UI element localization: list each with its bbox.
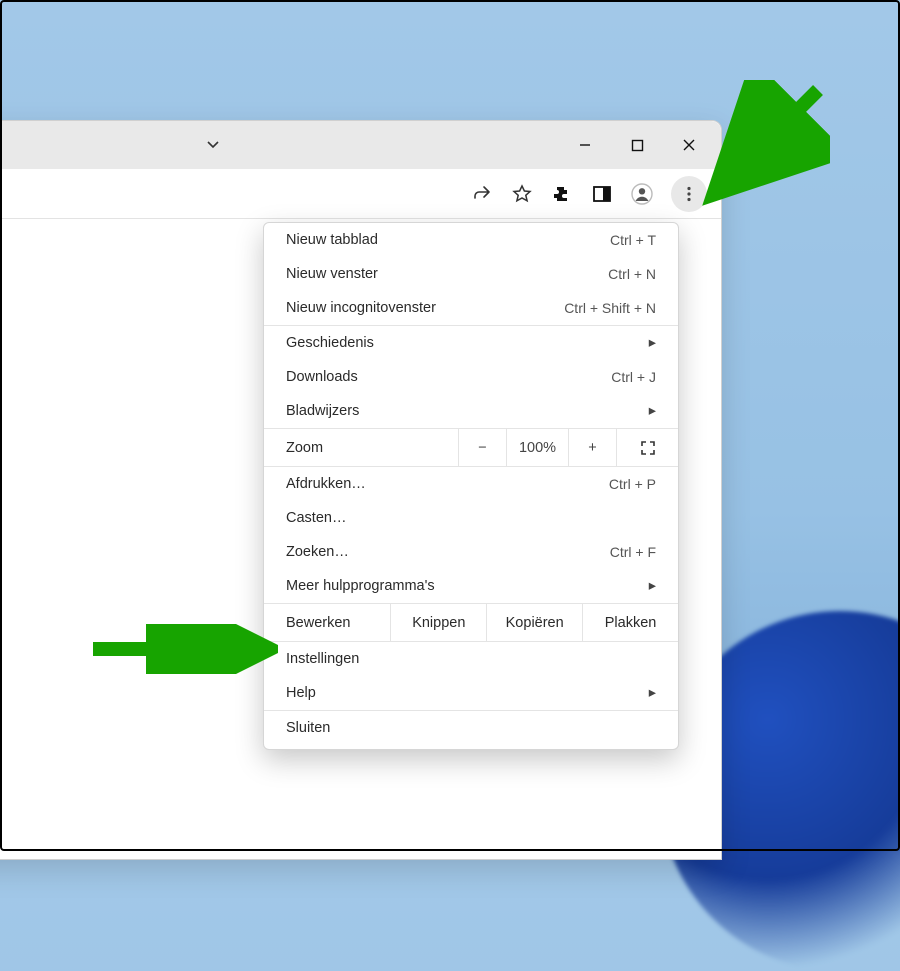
menu-item-label: Sluiten <box>286 720 656 736</box>
menu-print[interactable]: Afdrukken… Ctrl + P <box>264 467 678 501</box>
chevron-right-icon: ▸ <box>649 685 656 701</box>
menu-cast[interactable]: Casten… <box>264 501 678 535</box>
menu-settings[interactable]: Instellingen <box>264 642 678 676</box>
menu-item-shortcut: Ctrl + P <box>609 476 656 492</box>
menu-item-label: Instellingen <box>286 651 656 667</box>
menu-bookmarks[interactable]: Bladwijzers ▸ <box>264 394 678 428</box>
profile-icon[interactable] <box>631 183 653 205</box>
menu-item-label: Casten… <box>286 510 656 526</box>
menu-item-label: Meer hulpprogramma's <box>286 578 649 594</box>
menu-history[interactable]: Geschiedenis ▸ <box>264 326 678 360</box>
chevron-right-icon: ▸ <box>649 335 656 351</box>
side-panel-icon[interactable] <box>591 183 613 205</box>
zoom-value: 100% <box>506 429 568 466</box>
chevron-right-icon: ▸ <box>649 403 656 419</box>
menu-edit-row: Bewerken Knippen Kopiëren Plakken <box>264 603 678 641</box>
menu-item-shortcut: Ctrl + J <box>611 369 656 385</box>
menu-new-window[interactable]: Nieuw venster Ctrl + N <box>264 257 678 291</box>
more-vertical-icon <box>680 185 698 203</box>
extensions-icon[interactable] <box>551 183 573 205</box>
menu-item-label: Downloads <box>286 369 611 385</box>
menu-item-label: Afdrukken… <box>286 476 609 492</box>
minimize-button[interactable] <box>559 125 611 165</box>
edit-cut-button[interactable]: Knippen <box>390 604 486 641</box>
edit-paste-button[interactable]: Plakken <box>582 604 678 641</box>
main-menu: Nieuw tabblad Ctrl + T Nieuw venster Ctr… <box>263 222 679 750</box>
menu-item-shortcut: Ctrl + F <box>610 544 656 560</box>
menu-find[interactable]: Zoeken… Ctrl + F <box>264 535 678 569</box>
menu-item-label: Bladwijzers <box>286 403 649 419</box>
tab-search-chevron-icon[interactable] <box>193 125 233 165</box>
chevron-right-icon: ▸ <box>649 578 656 594</box>
share-icon[interactable] <box>471 183 493 205</box>
menu-item-shortcut: Ctrl + N <box>608 266 656 282</box>
fullscreen-icon <box>640 440 656 456</box>
browser-toolbar <box>0 169 721 219</box>
menu-item-label: Nieuw tabblad <box>286 232 610 248</box>
zoom-out-button[interactable]: − <box>458 429 506 466</box>
menu-item-label: Zoeken… <box>286 544 610 560</box>
close-button[interactable] <box>663 125 715 165</box>
menu-item-label: Nieuw incognitovenster <box>286 300 564 316</box>
menu-item-shortcut: Ctrl + T <box>610 232 656 248</box>
menu-item-label: Nieuw venster <box>286 266 608 282</box>
zoom-in-button[interactable]: + <box>568 429 616 466</box>
fullscreen-button[interactable] <box>616 429 678 466</box>
maximize-button[interactable] <box>611 125 663 165</box>
menu-help[interactable]: Help ▸ <box>264 676 678 710</box>
menu-more-tools[interactable]: Meer hulpprogramma's ▸ <box>264 569 678 603</box>
menu-item-label: Help <box>286 685 649 701</box>
kebab-menu-button[interactable] <box>671 176 707 212</box>
menu-new-incognito[interactable]: Nieuw incognitovenster Ctrl + Shift + N <box>264 291 678 325</box>
menu-exit[interactable]: Sluiten <box>264 711 678 745</box>
menu-new-tab[interactable]: Nieuw tabblad Ctrl + T <box>264 223 678 257</box>
zoom-label: Zoom <box>264 440 458 456</box>
edit-label: Bewerken <box>264 604 390 641</box>
edit-copy-button[interactable]: Kopiëren <box>486 604 582 641</box>
menu-item-label: Geschiedenis <box>286 335 649 351</box>
menu-zoom-row: Zoom − 100% + <box>264 428 678 466</box>
window-titlebar <box>0 121 721 169</box>
star-icon[interactable] <box>511 183 533 205</box>
menu-downloads[interactable]: Downloads Ctrl + J <box>264 360 678 394</box>
menu-item-shortcut: Ctrl + Shift + N <box>564 300 656 316</box>
